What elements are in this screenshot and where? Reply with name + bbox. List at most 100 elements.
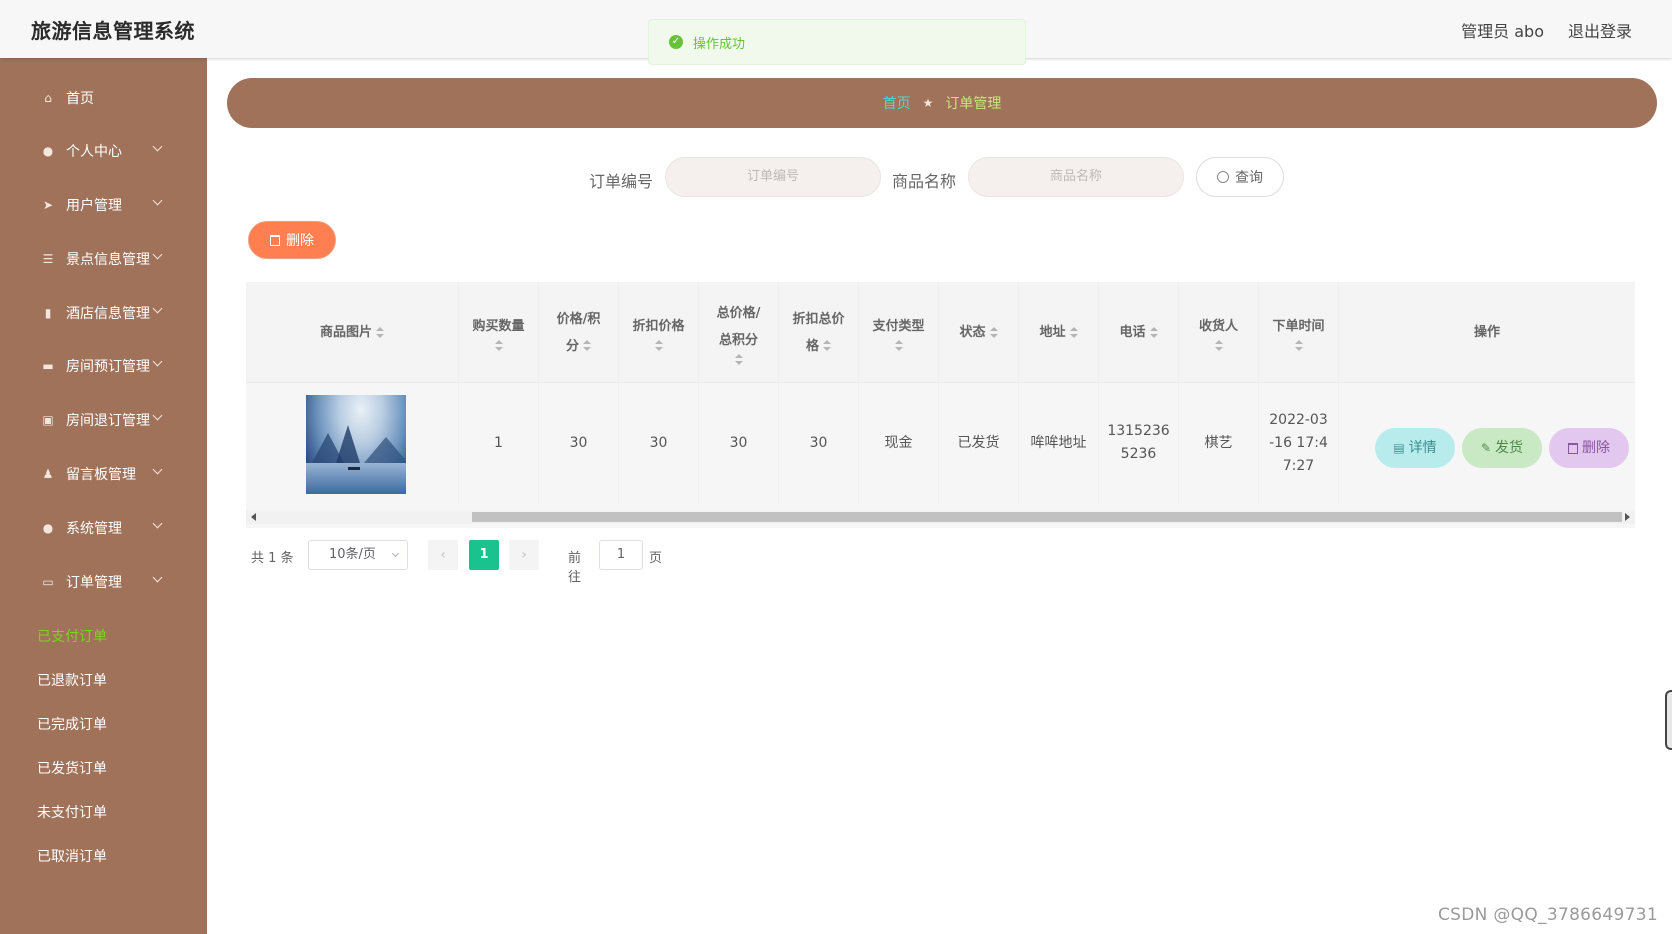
sidebar-item-users[interactable]: ➤ 用户管理 [0,185,207,225]
sidebar-item-orders[interactable]: ▭ 订单管理 [0,562,207,602]
sidebar-item-label: 首页 [66,91,94,107]
chevron-down-icon [152,464,163,475]
cell-price: 30 [539,383,619,503]
header-actions: 管理员 abo 退出登录 [1461,18,1632,42]
document-icon: ▤ [1393,440,1405,455]
sidebar-item-label: 用户管理 [66,198,122,214]
sidebar-subitem-shipped-orders[interactable]: 已发货订单 [37,758,107,778]
breadcrumb-home[interactable]: 首页 [883,93,911,113]
sort-icon[interactable] [1149,326,1158,339]
column-header-label: 支付类型 [872,319,925,334]
page-size-select[interactable]: 10条/页 [308,540,408,570]
sidebar-item-home[interactable]: ⌂ 首页 [0,78,207,118]
scroll-right-arrow-icon[interactable] [1625,513,1630,521]
query-button-label: 查询 [1235,170,1263,186]
sort-icon[interactable] [1214,340,1223,352]
scrollbar-thumb[interactable] [472,512,1622,522]
user-icon: ● [42,144,54,158]
sort-icon[interactable] [989,326,998,339]
current-user-label[interactable]: 管理员 abo [1461,18,1544,42]
sidebar-subitem-refunded-orders[interactable]: 已退款订单 [37,670,107,690]
column-header-discount-price[interactable]: 折扣价格 [619,282,699,383]
column-header-order-time[interactable]: 下单时间 [1259,282,1339,383]
check-circle-icon: ✓ [669,35,683,49]
column-header-image[interactable]: 商品图片 [246,282,459,383]
order-no-input[interactable]: 订单编号 [665,157,881,197]
next-page-button[interactable]: › [509,540,539,570]
batch-delete-button[interactable]: 删除 [248,221,336,259]
sort-icon[interactable] [583,340,591,352]
column-header-address[interactable]: 地址 [1019,282,1099,383]
column-header-label: 价格/积 [556,311,601,327]
column-header-pay-type[interactable]: 支付类型 [859,282,939,383]
goods-name-label: 商品名称 [892,172,957,191]
sort-icon[interactable] [494,340,503,352]
logout-link[interactable]: 退出登录 [1568,18,1632,42]
sort-icon[interactable] [894,340,903,352]
column-header-label: 商品图片 [319,325,372,340]
sidebar-item-label: 订单管理 [66,575,122,591]
sidebar: ⌂ 首页 ● 个人中心 ➤ 用户管理 ☰ 景点信息管理 ▮ 酒店信息管理 ▬ 房… [0,58,207,934]
column-header-price[interactable]: 价格/积 分 [539,282,619,383]
sidebar-item-room-cancel[interactable]: ▣ 房间退订管理 [0,400,207,440]
sidebar-item-label: 房间预订管理 [66,359,150,375]
chevron-down-icon [152,572,163,583]
cell-address: 哞哞地址 [1019,383,1099,503]
row-delete-button[interactable]: 删除 [1549,428,1629,468]
column-header-label: 电话 [1119,325,1146,340]
sort-icon[interactable] [1294,340,1303,352]
cell-actions: ▤ 详情 ✎ 发货 删除 [1339,383,1635,503]
star-separator-icon: ★ [922,96,934,110]
chevron-down-icon [152,410,163,421]
column-header-label-line2: 格 [805,338,819,354]
column-header-quantity[interactable]: 购买数量 [459,282,539,383]
cell-total-price: 30 [699,383,779,503]
query-button[interactable]: 查询 [1196,157,1284,197]
sidebar-subitem-unpaid-orders[interactable]: 未支付订单 [37,802,107,822]
horizontal-scrollbar[interactable] [246,510,1635,524]
sidebar-item-system[interactable]: ● 系统管理 [0,508,207,548]
chevron-down-icon [152,356,163,367]
home-icon: ⌂ [44,91,52,105]
cell-quantity: 1 [459,383,539,503]
column-header-discount-total[interactable]: 折扣总价 格 [779,282,859,383]
column-header-status[interactable]: 状态 [939,282,1019,383]
sidebar-subitem-completed-orders[interactable]: 已完成订单 [37,714,107,734]
chevron-down-icon [152,249,163,260]
cell-pay-type: 现金 [859,383,939,503]
column-header-label: 折扣价格 [632,319,685,334]
cell-image [246,383,459,503]
sort-icon[interactable] [823,340,831,352]
sort-icon[interactable] [734,353,743,366]
app-title: 旅游信息管理系统 [31,19,195,43]
sort-icon[interactable] [654,340,663,352]
app-root: 旅游信息管理系统 管理员 abo 退出登录 ✓ 操作成功 ⌂ 首页 ● 个人中心… [0,0,1672,934]
column-header-total-price[interactable]: 总价格/ 总积分 [699,282,779,383]
column-header-phone[interactable]: 电话 [1099,282,1179,383]
sidebar-item-profile[interactable]: ● 个人中心 [0,131,207,171]
trash-icon [1568,442,1578,454]
sort-icon[interactable] [376,326,384,339]
goods-name-input[interactable]: 商品名称 [968,157,1184,197]
side-drawer-handle[interactable] [1665,690,1672,750]
column-header-label: 收货人 [1198,319,1238,334]
ship-button[interactable]: ✎ 发货 [1462,428,1542,468]
sidebar-item-room-booking[interactable]: ▬ 房间预订管理 [0,346,207,386]
sidebar-item-attractions[interactable]: ☰ 景点信息管理 [0,239,207,279]
page-number-current[interactable]: 1 [469,540,499,570]
sidebar-item-hotels[interactable]: ▮ 酒店信息管理 [0,293,207,333]
column-header-receiver[interactable]: 收货人 [1179,282,1259,383]
sidebar-subitem-cancelled-orders[interactable]: 已取消订单 [37,846,107,866]
bar-chart-icon: ▮ [44,306,52,320]
product-thumbnail[interactable] [306,395,406,494]
sidebar-item-label: 留言板管理 [66,467,136,483]
prev-page-button[interactable]: ‹ [428,540,458,570]
goto-page-input[interactable]: 1 [599,540,643,570]
sliders-icon: ☰ [42,252,54,266]
sort-icon[interactable] [1069,326,1078,339]
scroll-left-arrow-icon[interactable] [251,513,256,521]
column-header-label: 折扣总价 [792,311,845,327]
sidebar-subitem-paid-orders[interactable]: 已支付订单 [37,626,107,646]
sidebar-item-message-board[interactable]: ♟ 留言板管理 [0,454,207,494]
detail-button[interactable]: ▤ 详情 [1375,428,1455,468]
